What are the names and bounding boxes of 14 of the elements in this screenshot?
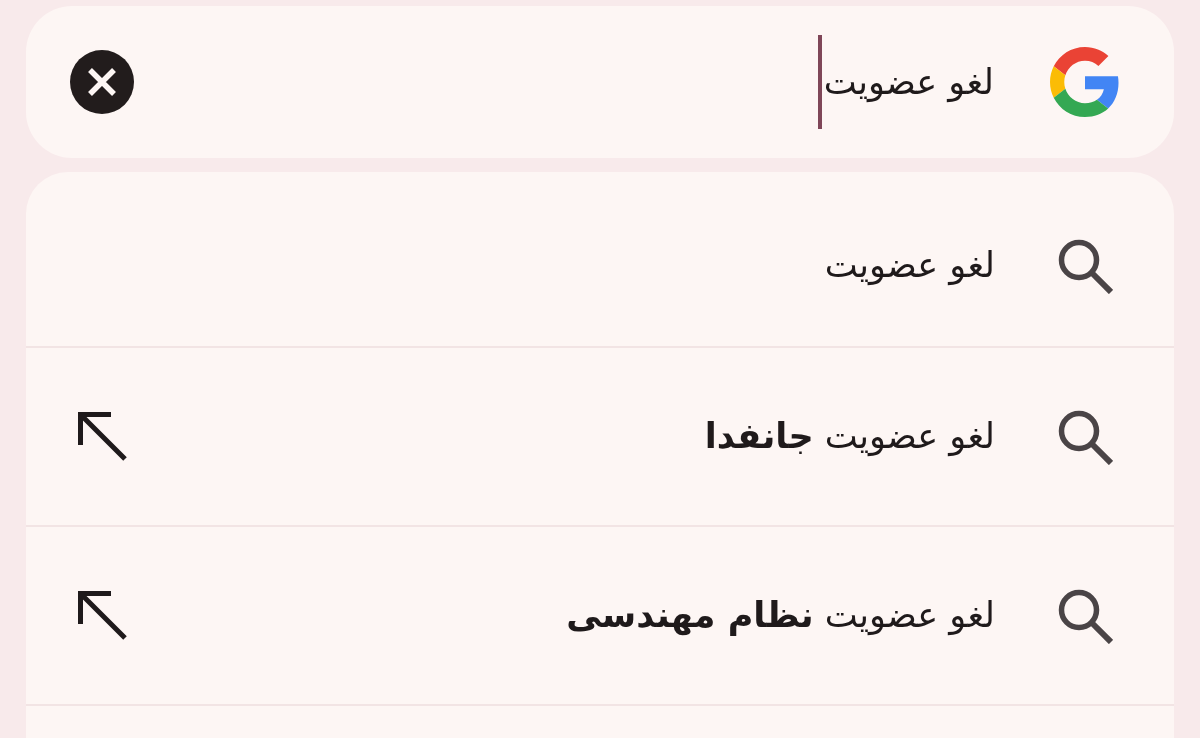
- close-icon: [87, 67, 117, 97]
- search-icon: [1057, 408, 1113, 465]
- suggestion-text: لغو عضویت جانفدا: [704, 414, 995, 459]
- suggestion-item[interactable]: لغو عضویت جانفدا: [26, 348, 1174, 527]
- arrow-up-left-icon[interactable]: [78, 411, 128, 462]
- google-g-logo-icon: [1050, 47, 1120, 117]
- suggestion-text: لغو عضویت: [824, 244, 995, 288]
- suggestion-item[interactable]: لغو عضویت: [26, 172, 1174, 348]
- arrow-up-left-icon[interactable]: [78, 590, 128, 641]
- search-icon: [1057, 587, 1113, 644]
- search-input[interactable]: لغو عضویت: [190, 35, 994, 129]
- search-icon: [1057, 238, 1113, 294]
- suggestion-text: لغو عضویت نظام مهندسی: [566, 593, 995, 638]
- suggestion-item[interactable]: لغو عضویت نظام مهندسی: [26, 527, 1174, 706]
